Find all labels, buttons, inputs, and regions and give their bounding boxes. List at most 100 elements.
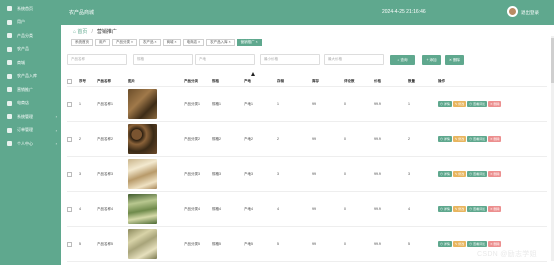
batch-delete-button[interactable]: ✕ 删除 [445,55,464,65]
view-button[interactable]: ⊙ 详情 [438,136,452,142]
chevron-icon: › [55,141,57,147]
select-all-checkbox[interactable] [67,79,72,84]
sidebar-item[interactable]: 订单管理 › [0,124,61,138]
sidebar-item[interactable]: 产品分类 [0,29,61,43]
logout-link[interactable]: 退出登录 [521,10,539,16]
view-button[interactable]: ⊙ 详情 [438,241,452,247]
table-cell: 2 [277,137,312,141]
table-cell: 规格5 [212,242,244,247]
sidebar-item[interactable]: 系统管理 › [0,110,61,124]
table-cell: ⊙ 详情 ✎ 修改 ⊙ 查看评论 ✕ 删除 [438,101,518,107]
table-cell: ⊙ 详情 ✎ 修改 ⊙ 查看评论 ✕ 删除 [438,206,518,212]
table-row: 5 产品名称5 产品分类5 规格5 产地5 5 99 0 99.9 5 ⊙ 详情 ✎ 修改 ⊙ 查看评论… [67,227,547,262]
cell-name: 产品名称3 [97,171,113,176]
min-price-input[interactable]: 最小价格 [260,54,320,65]
table-cell: 产品分类3 [184,172,212,177]
cell-index: 5 [79,242,81,246]
edit-button[interactable]: ✎ 修改 [452,136,467,142]
table-cell: ⊙ 详情 ✎ 修改 ⊙ 查看评论 ✕ 删除 [438,136,518,142]
table-body: 1 产品名称1 产品分类1 规格1 产地1 1 99 0 99.9 1 ⊙ 详情 ✎ 修改 ⊙ 查看评论… [67,87,547,262]
view-reviews-button[interactable]: ⊙ 查看评论 [467,101,488,107]
avatar[interactable] [507,6,518,17]
max-price-input[interactable]: 最大价格 [324,54,384,65]
sidebar-item[interactable]: 营销推广 [0,83,61,97]
tab[interactable]: 产品分类 × [112,39,138,46]
edit-button[interactable]: ✎ 修改 [452,101,467,107]
sidebar-item[interactable]: 商城 [0,56,61,70]
table-cell: 4 [408,207,438,211]
cell-index: 3 [79,172,81,176]
delete-button[interactable]: ✕ 删除 [488,136,502,142]
column-header: 产品分类 [184,79,198,83]
sidebar-item[interactable]: 农产品 [0,43,61,57]
edit-button[interactable]: ✎ 修改 [452,206,467,212]
row-checkbox[interactable] [67,206,72,212]
sidebar-item-label: 商城 [17,59,25,65]
cell-origin: 产地2 [244,136,253,141]
cell-price: 99.9 [374,242,381,246]
row-checkbox[interactable] [67,101,72,107]
view-button[interactable]: ⊙ 详情 [438,101,452,107]
tab[interactable]: 用户 [95,39,110,46]
sidebar-item-label: 农产品入库 [17,73,37,79]
tab[interactable]: 系统首页 [71,39,93,46]
sidebar-item[interactable]: 系统首页 [0,2,61,16]
view-reviews-button[interactable]: ⊙ 查看评论 [467,171,488,177]
table-cell: ⊙ 详情 ✎ 修改 ⊙ 查看评论 ✕ 删除 [438,171,518,177]
tab[interactable]: 农产品 × [139,39,161,46]
cell-qty: 2 [408,137,410,141]
sidebar-item[interactable]: 用户 [0,16,61,30]
delete-button[interactable]: ✕ 删除 [488,101,502,107]
table-cell: ⊙ 详情 ✎ 修改 ⊙ 查看评论 ✕ 删除 [438,241,518,247]
view-reviews-button[interactable]: ⊙ 查看评论 [467,241,488,247]
tab[interactable]: 电商店 × [182,39,205,46]
table-cell: 产地2 [244,137,277,142]
column-header: 产地 [244,79,251,83]
add-button[interactable]: + 添加 [422,55,441,65]
row-checkbox[interactable] [67,136,72,142]
sidebar-item[interactable]: 个人中心 › [0,137,61,151]
table-cell: 3 [277,172,312,176]
cell-stock: 99 [312,242,316,246]
row-checkbox[interactable] [67,241,72,247]
edit-button[interactable]: ✎ 修改 [452,171,467,177]
sidebar-item[interactable]: 农产品入库 [0,70,61,84]
delete-button[interactable]: ✕ 删除 [488,171,502,177]
cell-price: 99.9 [374,137,381,141]
delete-button[interactable]: ✕ 删除 [488,206,502,212]
table-cell [128,194,184,224]
origin-input[interactable]: 产地 [195,54,255,65]
cell-category: 产品分类2 [184,136,200,141]
sidebar-item[interactable]: 电商店 [0,97,61,111]
edit-button[interactable]: ✎ 修改 [452,241,467,247]
product-image [128,194,157,224]
spec-input[interactable]: 规格 [133,54,193,65]
breadcrumb-home[interactable]: ⌂ 首页 [73,28,87,35]
table-cell: 2 [408,137,438,141]
app-window: 系统首页 用户 产品分类 农产品 商城 农产品入库 营销推广 电商店 系统管理 › 订单管理 › 个人中… [0,0,554,265]
view-button[interactable]: ⊙ 详情 [438,171,452,177]
breadcrumb-current: 营销推广 [96,29,117,35]
table-cell: 产品名称5 [97,242,128,247]
tab[interactable]: 商城 × [162,39,181,46]
cell-stock: 99 [312,137,316,141]
cell-origin: 产地5 [244,241,253,246]
search-button[interactable]: ⌕ 查询 [390,55,415,65]
watermark: CSDN @励志学姐 [477,251,537,258]
tab[interactable]: 农产品入库 × [206,39,235,46]
table-cell: 0 [344,242,374,246]
table-row: 1 产品名称1 产品分类1 规格1 产地1 1 99 0 99.9 1 ⊙ 详情 ✎ 修改 ⊙ 查看评论… [67,87,547,122]
cell-spec: 规格2 [212,136,221,141]
tab[interactable]: 营销推广 × [236,39,262,46]
row-checkbox[interactable] [67,171,72,177]
table-cell: 5 [408,242,438,246]
product-name-input[interactable]: 产品名称 [67,54,127,65]
view-button[interactable]: ⊙ 详情 [438,206,452,212]
view-reviews-button[interactable]: ⊙ 查看评论 [467,136,488,142]
view-reviews-button[interactable]: ⊙ 查看评论 [467,206,488,212]
table-cell: 99 [312,172,344,176]
table-cell: 5 [79,242,97,246]
cell-comments: 0 [344,172,346,176]
sidebar-item-label: 电商店 [17,100,29,106]
delete-button[interactable]: ✕ 删除 [488,241,502,247]
